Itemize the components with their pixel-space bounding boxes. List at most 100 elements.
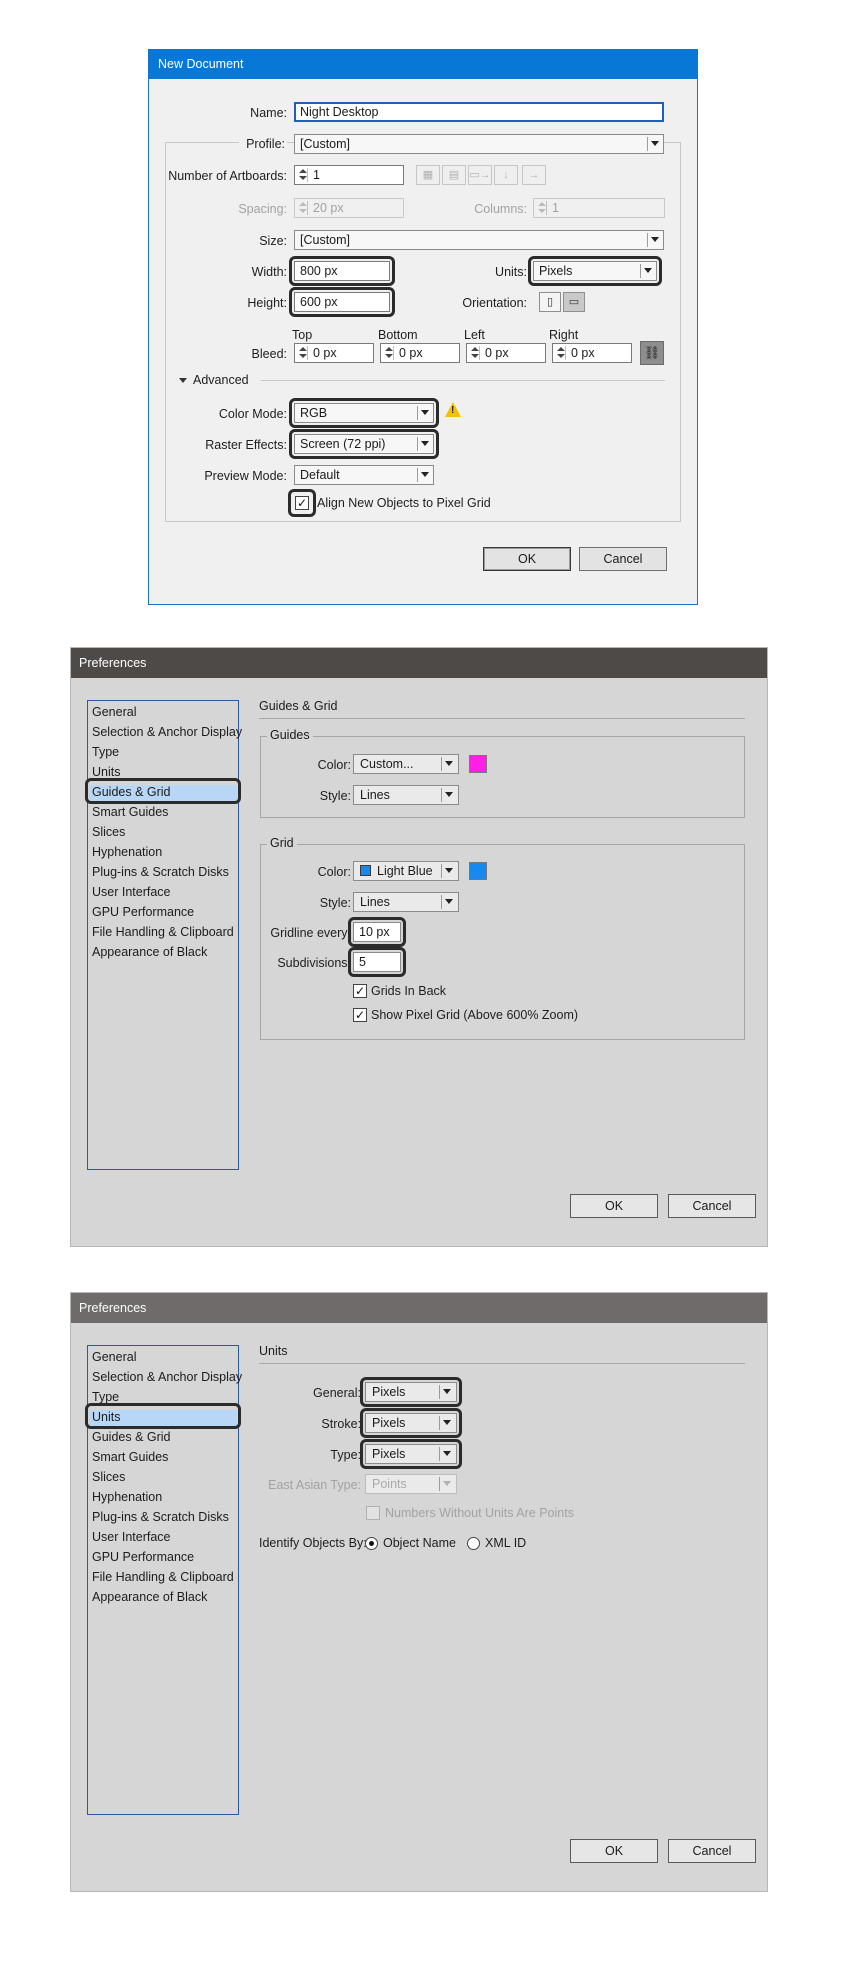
chevron-down-icon	[445, 899, 453, 904]
preferences-units-dialog: Preferences General Selection & Anchor D…	[70, 1292, 768, 1892]
category-hyphenation[interactable]: Hyphenation	[92, 845, 162, 859]
stepper-arrows-icon[interactable]	[298, 346, 308, 360]
grid-color-dropdown[interactable]: Light Blue	[353, 861, 459, 881]
chevron-down-icon	[443, 1481, 451, 1486]
cancel-button[interactable]: Cancel	[579, 547, 667, 571]
bleed-left-stepper[interactable]: 0 px	[466, 343, 546, 363]
document-name-input[interactable]: Night Desktop	[294, 102, 664, 122]
east-asian-type-dropdown[interactable]: Points	[365, 1474, 457, 1494]
grid-color-chip	[360, 865, 371, 876]
category-type[interactable]: Type	[92, 745, 119, 759]
category-list[interactable]: General Selection & Anchor Display Type …	[87, 700, 242, 1170]
grid-style-dropdown[interactable]: Lines	[353, 892, 459, 912]
numbers-without-units-checkbox[interactable]	[366, 1506, 380, 1520]
arrange-by-row-icon[interactable]: ▭→	[468, 165, 492, 185]
link-bleed-icon[interactable]: ⛓	[640, 341, 664, 365]
category-guides-grid[interactable]: Guides & Grid	[92, 1430, 171, 1444]
general-units-dropdown[interactable]: Pixels	[365, 1382, 457, 1402]
type-units-dropdown[interactable]: Pixels	[365, 1444, 457, 1464]
ok-button[interactable]: OK	[570, 1194, 658, 1218]
ok-button[interactable]: OK	[483, 547, 571, 571]
chevron-down-icon	[443, 1389, 451, 1394]
category-gpu[interactable]: GPU Performance	[92, 905, 194, 919]
category-gpu[interactable]: GPU Performance	[92, 1550, 194, 1564]
artboards-value: 1	[313, 168, 320, 182]
size-dropdown[interactable]: [Custom]	[294, 230, 664, 250]
category-slices[interactable]: Slices	[92, 825, 125, 839]
category-appearance-black[interactable]: Appearance of Black	[92, 1590, 207, 1604]
preview-mode-dropdown[interactable]: Default	[294, 465, 434, 485]
object-name-radio[interactable]	[365, 1537, 378, 1550]
category-plugins[interactable]: Plug-ins & Scratch Disks	[92, 1510, 229, 1524]
category-general[interactable]: General	[92, 1350, 136, 1364]
grids-in-back-checkbox[interactable]: ✓	[353, 984, 367, 998]
bleed-right-stepper[interactable]: 0 px	[552, 343, 632, 363]
category-smart-guides[interactable]: Smart Guides	[92, 1450, 168, 1464]
category-user-interface[interactable]: User Interface	[92, 885, 171, 899]
grid-style-value: Lines	[360, 895, 390, 909]
category-plugins[interactable]: Plug-ins & Scratch Disks	[92, 865, 229, 879]
columns-value: 1	[552, 201, 559, 215]
category-units[interactable]: Units	[92, 765, 120, 779]
subdivisions-input[interactable]: 5	[353, 952, 401, 972]
advanced-label[interactable]: Advanced	[193, 373, 249, 387]
category-appearance-black[interactable]: Appearance of Black	[92, 945, 207, 959]
height-input[interactable]: 600 px	[294, 292, 390, 312]
cancel-button[interactable]: Cancel	[668, 1194, 756, 1218]
category-type[interactable]: Type	[92, 1390, 119, 1404]
category-list[interactable]: General Selection & Anchor Display Type …	[87, 1345, 242, 1815]
portrait-icon[interactable]: ▯	[539, 292, 561, 312]
category-selection[interactable]: Selection & Anchor Display	[92, 725, 242, 739]
artboards-stepper[interactable]: 1	[294, 165, 404, 185]
stepper-arrows-icon[interactable]	[470, 346, 480, 360]
preview-mode-label: Preview Mode:	[204, 469, 287, 483]
chevron-down-icon	[421, 441, 429, 446]
align-pixel-grid-checkbox[interactable]: ✓	[295, 496, 309, 510]
stepper-arrows-icon[interactable]	[298, 168, 308, 182]
numbers-without-units-label: Numbers Without Units Are Points	[385, 1506, 574, 1520]
stepper-arrows-icon[interactable]	[556, 346, 566, 360]
right-to-left-icon[interactable]: →	[522, 165, 546, 185]
category-file-handling[interactable]: File Handling & Clipboard	[92, 1570, 234, 1584]
landscape-icon[interactable]: ▭	[563, 292, 585, 312]
stepper-arrows-icon[interactable]	[384, 346, 394, 360]
grid-by-row-icon[interactable]: ▦	[416, 165, 440, 185]
units-value: Pixels	[539, 264, 573, 278]
columns-stepper[interactable]: 1	[533, 198, 665, 218]
color-mode-label: Color Mode:	[218, 407, 287, 421]
category-user-interface[interactable]: User Interface	[92, 1530, 171, 1544]
show-pixel-grid-checkbox[interactable]: ✓	[353, 1008, 367, 1022]
xml-id-radio[interactable]	[467, 1537, 480, 1550]
color-mode-value: RGB	[300, 406, 328, 420]
category-file-handling[interactable]: File Handling & Clipboard	[92, 925, 234, 939]
cancel-button[interactable]: Cancel	[668, 1839, 756, 1863]
category-guides-grid[interactable]: Guides & Grid	[92, 785, 171, 799]
spacing-stepper[interactable]: 20 px	[294, 198, 404, 218]
category-units[interactable]: Units	[92, 1410, 120, 1424]
profile-dropdown[interactable]: [Custom]	[294, 134, 664, 154]
ok-button[interactable]: OK	[570, 1839, 658, 1863]
color-mode-dropdown[interactable]: RGB	[294, 403, 434, 423]
category-hyphenation[interactable]: Hyphenation	[92, 1490, 162, 1504]
category-selection[interactable]: Selection & Anchor Display	[92, 1370, 242, 1384]
chevron-down-icon	[644, 268, 652, 273]
stroke-units-dropdown[interactable]: Pixels	[365, 1413, 457, 1433]
guides-style-dropdown[interactable]: Lines	[353, 785, 459, 805]
spacing-label: Spacing:	[238, 202, 287, 216]
width-input[interactable]: 800 px	[294, 261, 390, 281]
disclosure-triangle-icon[interactable]	[179, 378, 187, 383]
category-general[interactable]: General	[92, 705, 136, 719]
gridline-input[interactable]: 10 px	[353, 922, 401, 942]
height-label: Height:	[247, 296, 287, 310]
units-dropdown[interactable]: Pixels	[533, 261, 657, 281]
guides-color-swatch[interactable]	[469, 755, 487, 773]
raster-effects-dropdown[interactable]: Screen (72 ppi)	[294, 434, 434, 454]
grid-by-column-icon[interactable]: ▤	[442, 165, 466, 185]
arrange-by-column-icon[interactable]: ↓	[494, 165, 518, 185]
category-smart-guides[interactable]: Smart Guides	[92, 805, 168, 819]
bleed-bottom-stepper[interactable]: 0 px	[380, 343, 460, 363]
category-slices[interactable]: Slices	[92, 1470, 125, 1484]
bleed-top-stepper[interactable]: 0 px	[294, 343, 374, 363]
grid-color-swatch[interactable]	[469, 862, 487, 880]
guides-color-dropdown[interactable]: Custom...	[353, 754, 459, 774]
